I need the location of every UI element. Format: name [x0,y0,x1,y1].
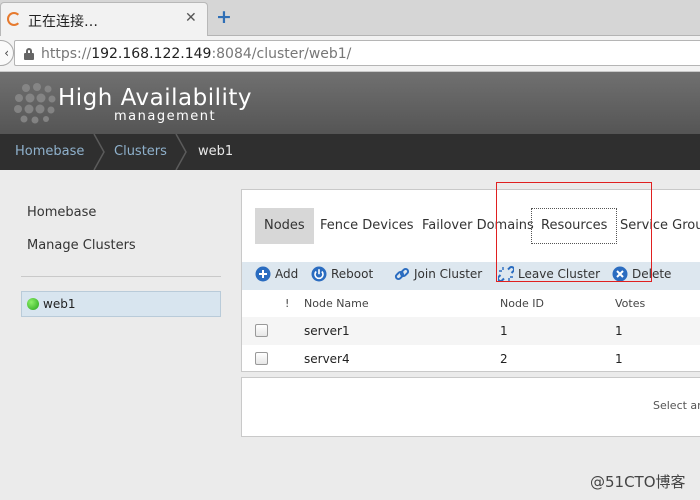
join-cluster-button[interactable]: Join Cluster [394,266,482,286]
url-bar: ‹ https://192.168.122.149:8084/cluster/w… [0,36,700,72]
url-text: https://192.168.122.149:8084/cluster/web… [41,46,351,62]
column-node-id[interactable]: Node ID [500,297,544,310]
browser-tab-bar: 正在连接… ✕ + [0,0,700,36]
column-node-name[interactable]: Node Name [304,297,369,310]
reboot-button[interactable]: Reboot [311,266,373,286]
node-id-cell: 1 [500,324,508,338]
power-icon [311,266,327,282]
sidebar-divider [21,276,221,277]
breadcrumb-current: web1 [198,144,234,159]
add-label: Add [275,267,299,281]
sidebar-link-manage-clusters[interactable]: Manage Clusters [27,238,136,253]
address-input[interactable]: https://192.168.122.149:8084/cluster/web… [14,40,700,66]
breadcrumb-separator-icon [175,134,187,170]
node-name-cell: server4 [304,352,350,366]
column-status[interactable]: ! [285,297,289,310]
browser-tab[interactable]: 正在连接… ✕ [0,2,208,36]
join-cluster-label: Join Cluster [414,267,483,281]
table-row[interactable]: server1 1 1 [242,317,700,345]
breadcrumb-homebase[interactable]: Homebase [15,144,84,159]
row-checkbox[interactable] [255,352,268,365]
add-icon [255,266,271,282]
tab-title: 正在连接… [28,14,98,30]
node-detail-panel: Select an [241,377,700,437]
new-tab-icon[interactable]: + [216,6,232,28]
cluster-name: web1 [43,297,76,311]
lock-icon [24,48,34,60]
link-icon [394,267,410,281]
status-ok-icon [27,298,39,310]
highlight-annotation-box [496,182,652,282]
node-id-cell: 2 [500,352,508,366]
logo-icon [14,83,56,124]
reboot-label: Reboot [331,267,374,281]
app-header: High Availability management [0,72,700,134]
breadcrumb-clusters[interactable]: Clusters [114,144,167,159]
app-subtitle: management [114,109,217,124]
breadcrumb: Homebase Clusters web1 [0,134,700,170]
add-button[interactable]: Add [255,266,298,286]
votes-cell: 1 [615,324,623,338]
row-checkbox[interactable] [255,324,268,337]
url-host: 192.168.122.149 [91,46,212,62]
sidebar-link-homebase[interactable]: Homebase [27,205,96,220]
back-button[interactable]: ‹ [0,40,14,66]
tab-nodes[interactable]: Nodes [255,208,314,244]
url-path: :8084/cluster/web1/ [211,46,352,62]
app-title: High Availability [58,85,253,111]
sidebar-cluster-web1[interactable]: web1 [21,291,221,317]
url-prefix: https:// [41,46,92,62]
table-row[interactable]: server4 2 1 [242,345,700,373]
loading-spinner-icon [7,12,21,26]
breadcrumb-separator-icon [93,134,105,170]
detail-hint-text: Select an [653,399,700,412]
node-table-header: ! Node Name Node ID Votes [242,290,700,317]
watermark: @51CTO博客 [590,473,686,491]
node-name-cell: server1 [304,324,350,338]
close-tab-icon[interactable]: ✕ [185,10,197,26]
votes-cell: 1 [615,352,623,366]
tab-fence-devices[interactable]: Fence Devices [311,208,423,244]
column-votes[interactable]: Votes [615,297,645,310]
